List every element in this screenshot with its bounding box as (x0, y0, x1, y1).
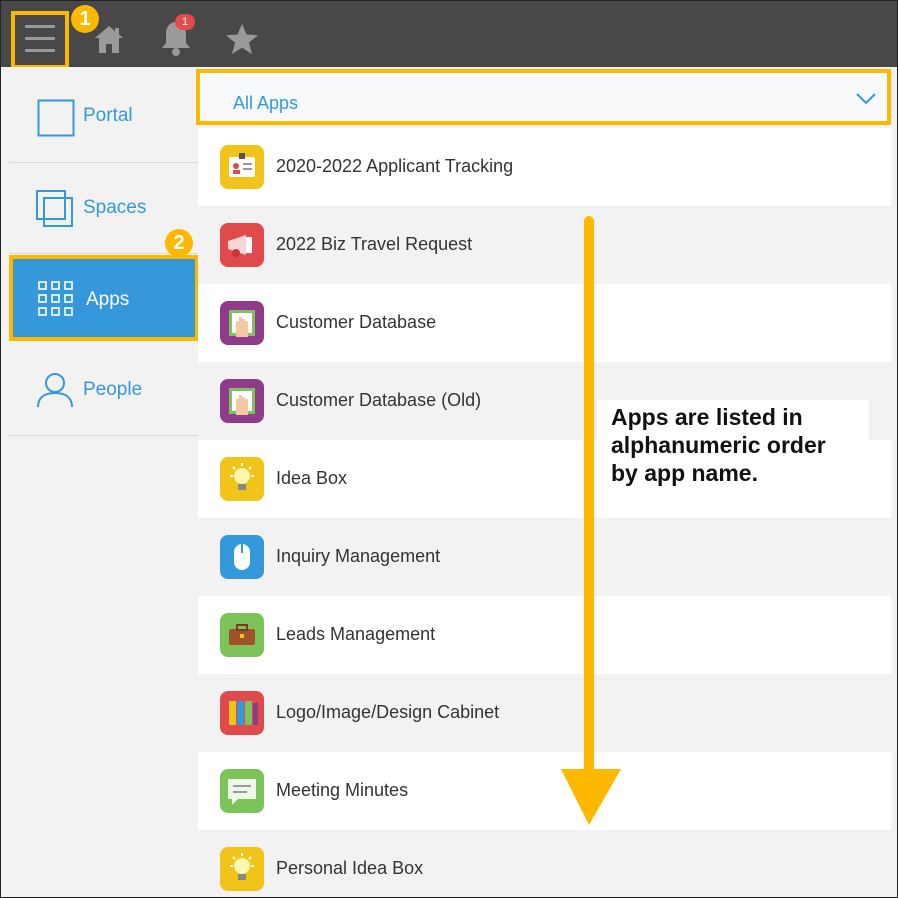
app-list-item[interactable]: Personal Idea Box (198, 830, 891, 897)
sidebar-item-people[interactable]: People (1, 345, 198, 435)
app-list-item[interactable]: Inquiry Management (198, 518, 891, 596)
annotation-line: Apps are listed in (611, 404, 803, 430)
app-name: Leads Management (276, 624, 436, 644)
app-name: Personal Idea Box (276, 858, 424, 878)
sidebar: Portal Spaces 2 People (1, 67, 198, 897)
app-name: Logo/Image/Design Cabinet (276, 702, 500, 722)
app-name: Customer Database (Old) (276, 390, 482, 410)
apps-filter-selected: All Apps (233, 93, 299, 113)
sidebar-item-label: Portal (83, 105, 133, 126)
chevron-down-icon (856, 93, 876, 105)
app-name: Customer Database (276, 312, 437, 332)
chat-bubble-icon (220, 769, 264, 813)
sort-order-arrow (561, 216, 621, 825)
star-icon[interactable] (225, 23, 259, 55)
notification-count-badge: 1 (175, 14, 195, 30)
binders-icon (220, 691, 264, 735)
sidebar-item-portal[interactable]: Portal (1, 71, 198, 161)
hand-card-icon (220, 301, 264, 345)
portal-icon (37, 99, 75, 137)
hand-card-icon (220, 379, 264, 423)
app-name: Inquiry Management (276, 546, 441, 566)
annotation-line: by app name. (611, 460, 758, 486)
app-name: 2020-2022 Applicant Tracking (276, 156, 514, 176)
app-list-item[interactable]: Meeting Minutes (198, 752, 891, 830)
top-navigation-bar: 1 1 (1, 1, 897, 69)
spaces-icon (36, 190, 73, 227)
home-icon[interactable] (93, 23, 125, 55)
app-name: Meeting Minutes (276, 780, 409, 800)
sidebar-item-label: Spaces (83, 197, 147, 218)
app-list-item[interactable]: 2022 Biz Travel Request (198, 206, 891, 284)
app-list-item[interactable]: Leads Management (198, 596, 891, 674)
megaphone-icon (220, 223, 264, 267)
briefcase-icon (220, 613, 264, 657)
apps-grid-icon (38, 281, 73, 316)
sidebar-item-label: Apps (86, 289, 130, 310)
mouse-icon (220, 535, 264, 579)
app-name: Idea Box (276, 468, 348, 488)
app-list-item[interactable]: Logo/Image/Design Cabinet (198, 674, 891, 752)
menu-button[interactable] (11, 11, 69, 69)
annotation-line: alphanumeric order (611, 432, 826, 458)
callout-badge-2: 2 (165, 229, 193, 257)
app-list-item[interactable]: 2020-2022 Applicant Tracking (198, 128, 891, 206)
app-name: 2022 Biz Travel Request (276, 234, 473, 254)
lightbulb-icon (220, 457, 264, 501)
apps-filter-dropdown[interactable]: All Apps (196, 69, 891, 125)
id-badge-icon (220, 145, 264, 189)
person-icon (37, 373, 73, 408)
app-list-item[interactable]: Customer Database (198, 284, 891, 362)
sidebar-divider (9, 435, 198, 436)
sidebar-item-label: People (83, 379, 143, 400)
annotation-text: Apps are listed in alphanumeric order by… (611, 403, 861, 487)
sidebar-item-apps[interactable]: Apps (9, 255, 199, 341)
kintone-mobile-app-list: 1 1 Portal Spaces 2 People Apps All Apps… (0, 0, 898, 898)
lightbulb-icon (220, 847, 264, 891)
